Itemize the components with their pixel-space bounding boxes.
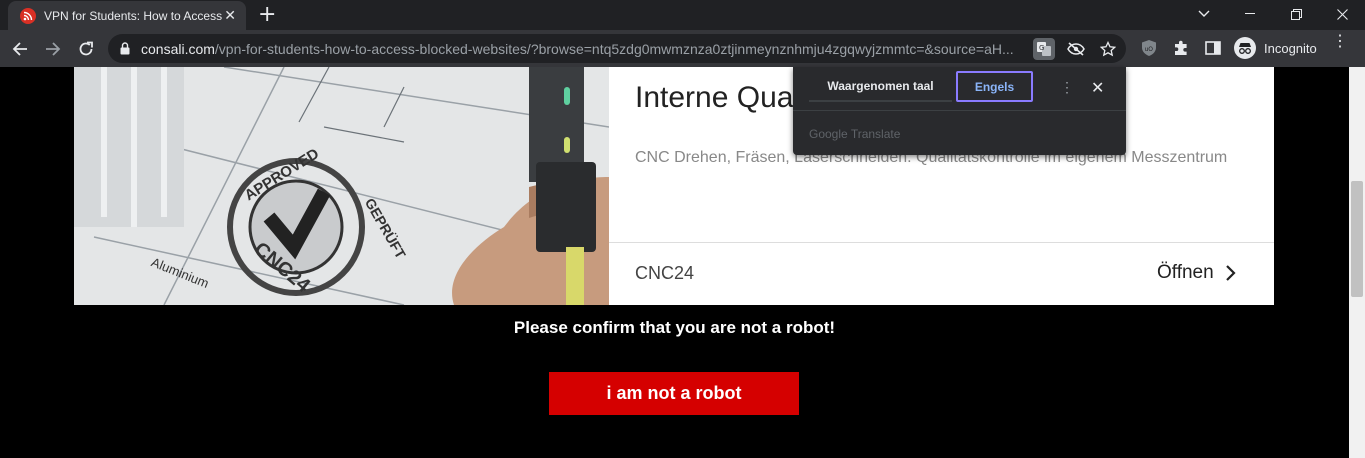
incognito-icon xyxy=(1234,37,1256,59)
tab-title: VPN for Students: How to Access Blocked … xyxy=(44,8,222,23)
restore-button[interactable] xyxy=(1273,0,1319,28)
side-panel-icon[interactable] xyxy=(1204,39,1222,62)
profile-label: Incognito xyxy=(1264,40,1317,56)
not-a-robot-button[interactable]: i am not a robot xyxy=(549,372,799,415)
close-icon xyxy=(1336,8,1348,20)
close-icon[interactable]: ✕ xyxy=(1091,78,1104,98)
url-path: /vpn-for-students-how-to-access-blocked-… xyxy=(214,41,1014,57)
tab-detected-language[interactable]: Waargenomen taal xyxy=(809,71,952,102)
restore-icon xyxy=(1290,8,1302,20)
url-text[interactable]: consali.com/vpn-for-students-how-to-acce… xyxy=(141,41,1026,57)
arrow-left-icon xyxy=(12,42,27,56)
card-company: CNC24 xyxy=(635,263,695,283)
ublock-icon[interactable]: uO xyxy=(1140,39,1158,62)
rss-icon xyxy=(20,7,36,24)
brand-translate: Translate xyxy=(850,127,901,141)
reload-button[interactable] xyxy=(75,38,97,60)
reload-icon xyxy=(79,41,93,56)
title-bar: VPN for Students: How to Access Blocked … xyxy=(0,0,1365,30)
new-tab-button[interactable]: + xyxy=(258,4,276,26)
browser-toolbar: consali.com/vpn-for-students-how-to-acce… xyxy=(0,30,1365,67)
puzzle-icon[interactable] xyxy=(1172,39,1190,62)
back-button[interactable] xyxy=(9,38,31,60)
open-button[interactable]: Öffnen xyxy=(1157,262,1238,284)
chevron-right-icon xyxy=(1225,265,1236,281)
more-vert-icon[interactable]: ⋮ xyxy=(1332,34,1348,50)
card-divider xyxy=(609,242,1274,243)
tab-close-button[interactable]: ✕ xyxy=(224,8,236,22)
tab-target-language[interactable]: Engels xyxy=(956,71,1033,102)
forward-button[interactable] xyxy=(42,38,64,60)
incognito-profile-button[interactable]: Incognito xyxy=(1232,35,1327,61)
open-label: Öffnen xyxy=(1157,262,1214,283)
scrollbar-thumb[interactable] xyxy=(1351,181,1363,297)
popup-divider xyxy=(793,110,1126,111)
svg-text:G: G xyxy=(1039,44,1044,52)
eye-off-icon[interactable] xyxy=(1065,38,1087,60)
google-translate-brand: Google Translate xyxy=(809,127,900,141)
address-bar[interactable]: consali.com/vpn-for-students-how-to-acce… xyxy=(108,34,1126,63)
minimize-icon xyxy=(1245,13,1255,14)
lock-icon xyxy=(120,42,130,60)
page-content: APPROVED GEPRÜFT CNC24 Aluminium Interne… xyxy=(0,67,1349,458)
translate-icon[interactable]: G xyxy=(1033,38,1055,60)
close-window-button[interactable] xyxy=(1319,0,1365,28)
ad-image: APPROVED GEPRÜFT CNC24 Aluminium xyxy=(74,67,609,305)
brand-google: Google xyxy=(809,127,848,141)
robot-prompt: Please confirm that you are not a robot! xyxy=(513,318,836,337)
browser-tab[interactable]: VPN for Students: How to Access Blocked … xyxy=(8,1,246,30)
tab-search-button[interactable] xyxy=(1181,0,1227,28)
translate-popup: Waargenomen taal Engels ⋮ ✕ Google Trans… xyxy=(793,67,1126,155)
more-vert-icon[interactable]: ⋮ xyxy=(1060,79,1074,96)
chevron-down-icon xyxy=(1198,10,1210,17)
star-icon[interactable] xyxy=(1097,38,1119,60)
svg-text:uO: uO xyxy=(1145,46,1154,53)
minimize-button[interactable] xyxy=(1227,0,1273,28)
url-host: consali.com xyxy=(141,41,215,57)
arrow-right-icon xyxy=(46,42,61,56)
scrollbar[interactable] xyxy=(1349,67,1365,458)
